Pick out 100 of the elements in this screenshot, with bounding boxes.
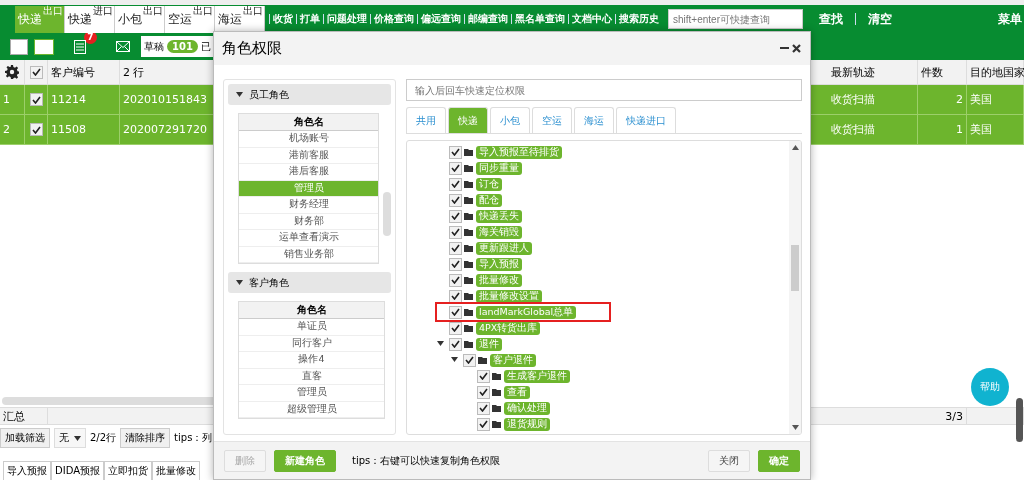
checkbox[interactable] [449, 145, 462, 159]
permission-label[interactable]: 同步重量 [476, 161, 522, 175]
bottom-tab[interactable]: 立即扣货 [104, 461, 152, 480]
load-filter-button[interactable]: 加载筛选 [0, 428, 50, 448]
permission-label[interactable]: landMarkGlobal总单 [476, 305, 577, 319]
nav-link[interactable]: 黑名单查询 [511, 14, 568, 24]
permission-label[interactable]: 订仓 [476, 177, 502, 191]
checkbox[interactable] [477, 369, 490, 383]
tab[interactable]: 共用 [406, 107, 446, 133]
nav-link[interactable]: 偏远查询 [417, 14, 464, 24]
role-row[interactable]: 机场账号 [239, 131, 379, 148]
tab[interactable]: 快递 [448, 107, 488, 133]
checkbox[interactable] [29, 93, 43, 106]
tab[interactable]: 海运 [574, 107, 614, 133]
column-header[interactable]: 最新轨迹 [828, 60, 918, 84]
permission-label[interactable]: 查看 [504, 385, 530, 399]
list-icon[interactable] [72, 38, 88, 55]
tab[interactable]: 小包 [490, 107, 530, 133]
caret-icon [74, 434, 81, 442]
tab[interactable]: 空运 [532, 107, 572, 133]
search-field[interactable]: 输入后回车快速定位权限 [406, 79, 802, 101]
checkbox[interactable] [449, 273, 462, 287]
role-row[interactable]: 操作4 [239, 352, 384, 369]
table-cell: 美国 [967, 115, 1024, 144]
section-header[interactable]: 客户角色 [228, 272, 391, 293]
bottom-tab[interactable]: DIDA预报 [51, 461, 104, 480]
dialog-button[interactable]: 确定 [758, 449, 800, 472]
tab-tag: 出口 [143, 6, 163, 16]
scroll-thumb[interactable] [791, 244, 799, 291]
column-header[interactable]: 目的地国家 [967, 60, 1024, 84]
layout-toggle[interactable] [10, 38, 28, 55]
bottom-tab[interactable]: 导入预报 [3, 461, 51, 480]
permission-label[interactable]: 生成客户退件 [504, 369, 570, 383]
row-count: 2/2行 [90, 431, 117, 445]
permission-label[interactable]: 配仓 [476, 193, 502, 207]
tab[interactable]: 快递进口 [616, 107, 676, 133]
permission-label[interactable]: 导入预报至待排货 [476, 145, 562, 159]
scrollbar[interactable] [383, 191, 391, 236]
scrollbar[interactable] [789, 141, 801, 434]
checkbox[interactable] [449, 241, 462, 255]
nav-link[interactable]: 打单 [296, 14, 323, 24]
nav-link[interactable]: 价格查询 [370, 14, 417, 24]
permission-label[interactable]: 批量修改 [476, 273, 522, 287]
close-icon[interactable] [791, 44, 801, 53]
clear-sort-button[interactable]: 清除排序 [120, 428, 171, 448]
checkbox[interactable] [477, 417, 490, 431]
status-filter[interactable]: 草稿 101 已 [141, 36, 214, 57]
tips-text: tips：右键可以快速复制角色权限 [352, 453, 501, 468]
dialog-button[interactable]: 关闭 [708, 449, 750, 472]
role-row[interactable]: 单证员 [239, 319, 384, 336]
checkbox[interactable] [477, 401, 490, 415]
permission-label[interactable]: 导入预报 [476, 257, 522, 271]
permission-label[interactable]: 快递丢失 [476, 209, 522, 223]
search-field[interactable]: shift+enter可快捷查询 [668, 9, 803, 29]
scroll-handle[interactable] [1016, 398, 1023, 442]
role-row[interactable]: 运单查看演示 [239, 230, 379, 247]
tab-tag: 出口 [193, 6, 213, 16]
bottom-tab[interactable]: 批量修改 [152, 461, 200, 480]
find-link[interactable]: 查找 [819, 10, 843, 28]
column-header[interactable]: 件数 [918, 60, 967, 84]
nav-link[interactable]: 搜索历史 [615, 14, 662, 24]
nav-link[interactable]: 邮编查询 [464, 14, 511, 24]
checkbox[interactable] [449, 289, 462, 303]
role-row[interactable]: 财务经理 [239, 197, 379, 214]
checkbox[interactable] [449, 209, 462, 223]
checkbox[interactable] [449, 225, 462, 239]
minimize-icon[interactable] [779, 47, 789, 50]
permission-label[interactable]: 批量修改设置 [476, 289, 542, 303]
settings-icon[interactable] [5, 65, 19, 79]
clear-link[interactable]: 清空 [868, 10, 892, 28]
checkbox[interactable] [463, 353, 476, 367]
checkbox[interactable] [449, 161, 462, 175]
column-header[interactable]: 客户编号 [48, 60, 120, 84]
nav-link[interactable]: 文档中心 [568, 14, 615, 24]
checkbox[interactable] [29, 65, 43, 79]
checkbox[interactable] [449, 305, 462, 319]
table-cell: 美国 [967, 85, 1024, 114]
permission-label[interactable]: 客户退件 [490, 353, 536, 367]
layout-toggle[interactable] [34, 38, 54, 55]
nav-link[interactable]: 问题处理 [323, 14, 370, 24]
checkbox[interactable] [449, 337, 462, 351]
permission-label[interactable]: 确认处理 [504, 401, 550, 415]
permission-label[interactable]: 更新跟进人 [476, 241, 532, 255]
menu-link[interactable]: 菜单 [998, 10, 1022, 28]
mail-icon[interactable] [115, 38, 131, 55]
checkbox[interactable] [477, 385, 490, 399]
help-button[interactable]: 帮助 [971, 368, 1009, 406]
checkbox[interactable] [449, 177, 462, 191]
permission-label[interactable]: 退货规则 [504, 417, 550, 431]
permission-label[interactable]: 退件 [476, 337, 502, 351]
dialog-button[interactable]: 新建角色 [274, 449, 336, 472]
permission-label[interactable]: 海关销毁 [476, 225, 522, 239]
role-row[interactable]: 港后客服 [239, 164, 379, 181]
checkbox[interactable] [449, 257, 462, 271]
checkbox[interactable] [29, 123, 43, 136]
nav-link[interactable]: 收货 [269, 14, 296, 24]
filter-select[interactable]: 无 [54, 428, 86, 448]
checkbox[interactable] [449, 193, 462, 207]
section-header[interactable]: 员工角色 [228, 84, 391, 105]
role-row[interactable]: 管理员 [239, 385, 384, 402]
